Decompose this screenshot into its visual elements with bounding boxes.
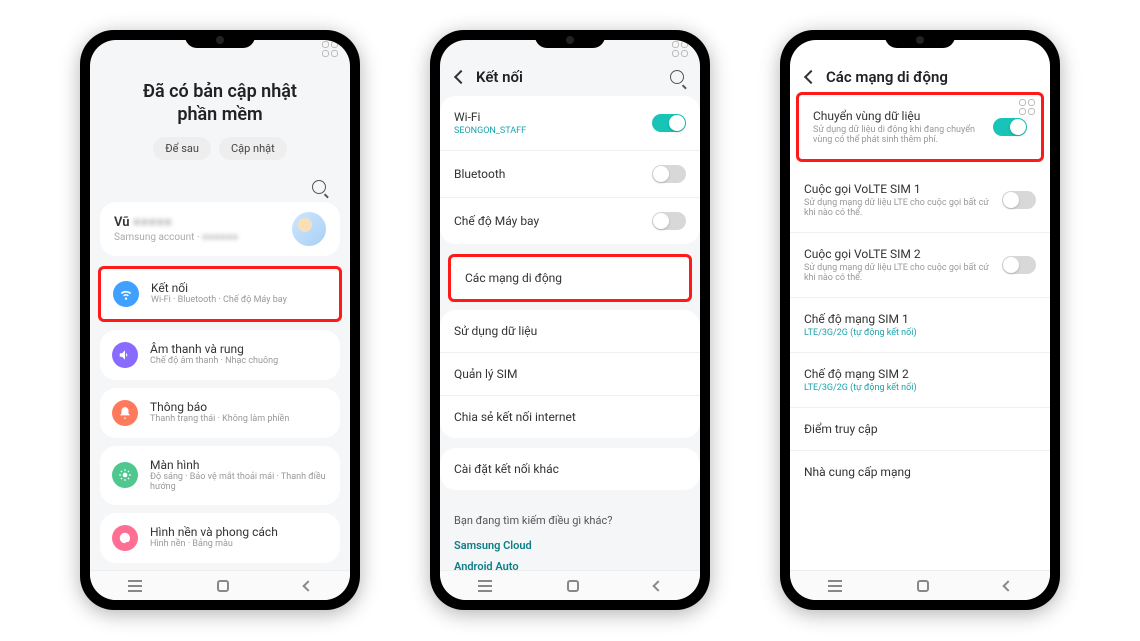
header-title: Kết nối [476,68,523,86]
notch [185,32,255,48]
wifi-toggle[interactable] [652,114,686,132]
account-sub: Samsung account · ■■■■■■ [114,232,238,243]
row-bluetooth[interactable]: Bluetooth [440,151,700,198]
suggestion-prompt: Bạn đang tìm kiếm điều gì khác? [454,514,686,527]
row-more-connection[interactable]: Cài đặt kết nối khác [440,448,700,490]
screen-mobile-networks: Các mạng di động Chuyển vùng dữ liệu Sử … [790,40,1050,600]
row-notifications[interactable]: Thông báo Thanh trạng thái · Không làm p… [100,388,340,438]
search-icon[interactable] [312,180,326,194]
account-name: Vũ ■■■■■ [114,214,238,230]
screen-connections: Kết nối Wi-Fi SEONGON_STAFF Bluetooth [440,40,700,600]
notch [885,32,955,48]
nav-back-button[interactable] [303,580,314,591]
grid-icon [672,41,688,57]
nav-home-button[interactable] [917,580,929,592]
nav-recent-button[interactable] [828,585,842,587]
search-row [100,168,340,202]
row-network-mode-sim2[interactable]: Chế độ mạng SIM 2 LTE/3G/2G (tự động kết… [790,353,1050,408]
row-data-usage[interactable]: Sử dụng dữ liệu [440,310,700,353]
account-card[interactable]: Vũ ■■■■■ Samsung account · ■■■■■■ [100,202,340,256]
nav-bar [440,570,700,600]
row-volte-sim1[interactable]: Cuộc gọi VoLTE SIM 1 Sử dụng mạng dữ liệ… [790,168,1050,233]
nav-back-button[interactable] [653,580,664,591]
later-button[interactable]: Để sau [153,137,211,160]
screen-settings-home: Đã có bản cập nhật phần mềm Để sau Cập n… [90,40,350,600]
back-icon[interactable] [454,70,468,84]
row-sim-manager[interactable]: Quản lý SIM [440,353,700,396]
row-sub: Wi-Fi · Bluetooth · Chế độ Máy bay [151,296,287,306]
page-title: Đã có bản cập nhật phần mềm [100,58,340,137]
row-airplane[interactable]: Chế độ Máy bay [440,198,700,244]
grid-icon [322,41,338,57]
search-icon[interactable] [670,70,684,84]
avatar [292,212,326,246]
row-wallpaper[interactable]: Hình nền và phong cách Hình nền · Bảng m… [100,513,340,563]
highlight-box: Chuyển vùng dữ liệu Sử dụng dữ liệu di đ… [796,92,1044,162]
row-hotspot[interactable]: Chia sẻ kết nối internet [440,396,700,438]
suggestions-block: Bạn đang tìm kiếm điều gì khác? Samsung … [440,500,700,570]
row-connections[interactable]: Kết nối Wi-Fi · Bluetooth · Chế độ Máy b… [101,269,339,319]
sound-icon [112,342,138,368]
back-icon[interactable] [804,70,818,84]
nav-bar [790,570,1050,600]
update-actions: Để sau Cập nhật [100,137,340,160]
bell-icon [112,400,138,426]
row-display[interactable]: Màn hình Độ sáng · Bảo vệ mắt thoải mái … [100,446,340,505]
notch [535,32,605,48]
row-title: Kết nối [151,281,287,295]
volte1-toggle[interactable] [1002,191,1036,209]
link-samsung-cloud[interactable]: Samsung Cloud [454,535,686,556]
nav-home-button[interactable] [567,580,579,592]
link-android-auto[interactable]: Android Auto [454,556,686,570]
header: Các mạng di động [790,58,1050,92]
airplane-toggle[interactable] [652,212,686,230]
nav-bar [90,570,350,600]
wifi-icon [113,281,139,307]
volte2-toggle[interactable] [1002,256,1036,274]
sun-icon [112,462,138,488]
phone-frame-3: Các mạng di động Chuyển vùng dữ liệu Sử … [780,30,1060,610]
row-sound[interactable]: Âm thanh và rung Chế độ âm thanh · Nhạc … [100,330,340,380]
nav-back-button[interactable] [1003,580,1014,591]
phone-frame-1: Đã có bản cập nhật phần mềm Để sau Cập n… [80,30,360,610]
grid-icon [1019,99,1035,115]
content-area: Wi-Fi SEONGON_STAFF Bluetooth Chế độ Máy… [440,92,700,570]
content-area: Chuyển vùng dữ liệu Sử dụng dữ liệu di đ… [790,92,1050,570]
header-title: Các mạng di động [826,68,948,86]
roaming-toggle[interactable] [993,118,1027,136]
highlight-box: Các mạng di động [448,254,692,302]
phone-frame-2: Kết nối Wi-Fi SEONGON_STAFF Bluetooth [430,30,710,610]
content-area: Đã có bản cập nhật phần mềm Để sau Cập n… [90,58,350,570]
nav-recent-button[interactable] [128,585,142,587]
bluetooth-toggle[interactable] [652,165,686,183]
row-data-roaming[interactable]: Chuyển vùng dữ liệu Sử dụng dữ liệu di đ… [799,95,1041,159]
row-mobile-networks[interactable]: Các mạng di động [451,257,689,299]
row-apn[interactable]: Điểm truy cập [790,408,1050,451]
highlight-box: Kết nối Wi-Fi · Bluetooth · Chế độ Máy b… [98,266,342,322]
palette-icon [112,525,138,551]
row-network-operators[interactable]: Nhà cung cấp mạng [790,451,1050,493]
update-button[interactable]: Cập nhật [219,137,287,160]
row-volte-sim2[interactable]: Cuộc gọi VoLTE SIM 2 Sử dụng mạng dữ liệ… [790,233,1050,298]
row-wifi[interactable]: Wi-Fi SEONGON_STAFF [440,96,700,151]
nav-home-button[interactable] [217,580,229,592]
nav-recent-button[interactable] [478,585,492,587]
row-network-mode-sim1[interactable]: Chế độ mạng SIM 1 LTE/3G/2G (tự động kết… [790,298,1050,353]
header: Kết nối [440,58,700,92]
